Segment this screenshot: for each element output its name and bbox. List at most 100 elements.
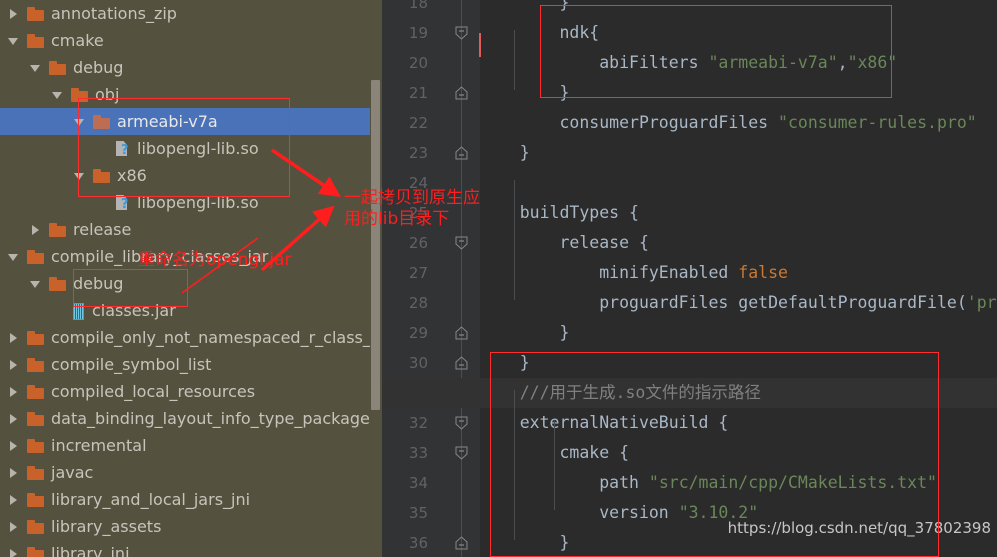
chevron-right-icon[interactable] xyxy=(7,358,20,371)
fold-collapse-icon[interactable] xyxy=(454,26,469,41)
chevron-right-icon[interactable] xyxy=(7,439,20,452)
tree-row[interactable]: ? libopengl-lib.so xyxy=(0,135,382,162)
tree-row-label: compile_only_not_namespaced_r_class_jar xyxy=(51,328,382,347)
tree-row[interactable]: annotations_zip xyxy=(0,0,382,27)
indent-guide xyxy=(514,30,515,90)
code-token: } xyxy=(480,353,530,372)
folder-icon xyxy=(71,87,88,102)
tree-row[interactable]: library_and_local_jars_jni xyxy=(0,486,382,513)
tree-row[interactable]: debug xyxy=(0,54,382,81)
code-line[interactable]: consumerProguardFiles "consumer-rules.pr… xyxy=(480,108,976,138)
chevron-right-icon[interactable] xyxy=(7,466,20,479)
fold-collapse-icon[interactable] xyxy=(454,416,469,431)
code-text-area[interactable]: } ndk{ abiFilters "armeabi-v7a","x86" } … xyxy=(382,0,997,557)
tree-row[interactable]: classes.jar xyxy=(0,297,382,324)
fold-expand-icon[interactable] xyxy=(454,536,469,551)
line-number: 23 xyxy=(408,144,428,162)
chevron-down-icon[interactable] xyxy=(7,34,20,47)
code-line[interactable]: ndk{ xyxy=(480,18,599,48)
chevron-right-icon[interactable] xyxy=(7,493,20,506)
line-number: 30 xyxy=(408,354,428,372)
line-number: 19 xyxy=(408,24,428,42)
tree-row-label: compiled_local_resources xyxy=(51,382,256,401)
tree-row[interactable]: library_jni xyxy=(0,540,382,557)
code-token: } xyxy=(480,323,570,342)
code-token: "armeabi-v7a" xyxy=(708,53,838,72)
code-line[interactable]: buildTypes { xyxy=(480,198,639,228)
tree-row-label: libopengl-lib.so xyxy=(137,139,259,158)
tree-row[interactable]: data_binding_layout_info_type_package xyxy=(0,405,382,432)
folder-icon xyxy=(27,249,44,264)
code-line[interactable]: release { xyxy=(480,228,648,258)
chevron-down-icon[interactable] xyxy=(73,169,86,182)
tree-scrollbar-thumb[interactable] xyxy=(371,80,380,410)
code-token: proguardFiles getDefaultProguardFile( xyxy=(480,293,967,312)
fold-expand-icon[interactable] xyxy=(454,86,469,101)
code-line[interactable]: } xyxy=(480,0,569,18)
chevron-right-icon[interactable] xyxy=(7,385,20,398)
indent-guide xyxy=(514,180,515,300)
folder-icon xyxy=(93,114,110,129)
fold-collapse-icon[interactable] xyxy=(454,446,469,461)
fold-expand-icon[interactable] xyxy=(454,326,469,341)
chevron-down-icon[interactable] xyxy=(29,61,42,74)
tree-row-label: library_assets xyxy=(51,517,162,536)
tree-row[interactable]: compile_only_not_namespaced_r_class_jar xyxy=(0,324,382,351)
code-token: ///用于生成.so文件的指示路径 xyxy=(480,383,761,402)
tree-row[interactable]: x86 xyxy=(0,162,382,189)
chevron-right-icon[interactable] xyxy=(7,412,20,425)
code-line[interactable]: minifyEnabled false xyxy=(480,258,788,288)
folder-icon xyxy=(27,546,44,557)
folder-icon xyxy=(49,276,66,291)
fold-expand-icon[interactable] xyxy=(454,356,469,371)
code-token: externalNativeBuild { xyxy=(480,413,729,432)
chevron-down-icon[interactable] xyxy=(51,88,64,101)
code-line[interactable]: version "3.10.2" xyxy=(480,498,758,528)
chevron-down-icon[interactable] xyxy=(73,115,86,128)
fold-collapse-icon[interactable] xyxy=(454,236,469,251)
code-line[interactable]: externalNativeBuild { xyxy=(480,408,729,438)
tree-row[interactable]: ? libopengl-lib.so xyxy=(0,189,382,216)
folder-icon xyxy=(27,6,44,21)
tree-row[interactable]: incremental xyxy=(0,432,382,459)
tree-scrollbar[interactable] xyxy=(370,0,382,557)
line-number: 35 xyxy=(408,504,428,522)
tree-row[interactable]: cmake xyxy=(0,27,382,54)
code-editor[interactable]: 1819202122232425262728293031323334353637… xyxy=(382,0,997,557)
code-line[interactable]: } xyxy=(480,318,569,348)
code-line[interactable]: ///用于生成.so文件的指示路径 xyxy=(480,378,997,408)
chevron-right-icon[interactable] xyxy=(7,7,20,20)
fold-expand-icon[interactable] xyxy=(454,146,469,161)
tree-row-label: data_binding_layout_info_type_package xyxy=(51,409,370,428)
code-line[interactable]: path "src/main/cpp/CMakeLists.txt" xyxy=(480,468,937,498)
chevron-right-icon[interactable] xyxy=(7,331,20,344)
code-line[interactable]: abiFilters "armeabi-v7a","x86" xyxy=(480,48,897,78)
tree-row[interactable]: compiled_local_resources xyxy=(0,378,382,405)
tree-row[interactable]: debug xyxy=(0,270,382,297)
tree-row[interactable]: javac xyxy=(0,459,382,486)
tree-row[interactable]: release xyxy=(0,216,382,243)
chevron-down-icon[interactable] xyxy=(7,250,20,263)
annotation-copy-to-lib: 一起拷贝到原生应 用的lib目录下 xyxy=(344,188,480,229)
project-file-tree[interactable]: annotations_zip cmake debug obj armeabi-v7a?… xyxy=(0,0,382,557)
line-number: 36 xyxy=(408,534,428,552)
tree-row[interactable]: armeabi-v7a xyxy=(0,108,382,135)
chevron-right-icon[interactable] xyxy=(7,547,20,557)
chevron-down-icon[interactable] xyxy=(29,277,42,290)
code-token: , xyxy=(837,53,848,72)
tree-row-label: obj xyxy=(95,85,120,104)
tree-row[interactable]: compile_symbol_list xyxy=(0,351,382,378)
code-token: minifyEnabled xyxy=(480,263,739,282)
code-token: path xyxy=(480,473,649,492)
chevron-right-icon[interactable] xyxy=(29,223,42,236)
chevron-right-icon[interactable] xyxy=(7,520,20,533)
code-line[interactable]: } xyxy=(480,138,530,168)
code-line[interactable]: proguardFiles getDefaultProguardFile('pr… xyxy=(480,288,997,318)
code-line[interactable]: } xyxy=(480,528,569,557)
fold-guide-line xyxy=(461,0,462,557)
code-line[interactable]: } xyxy=(480,348,530,378)
code-line[interactable]: } xyxy=(480,78,569,108)
tree-row[interactable]: obj xyxy=(0,81,382,108)
tree-row[interactable]: library_assets xyxy=(0,513,382,540)
